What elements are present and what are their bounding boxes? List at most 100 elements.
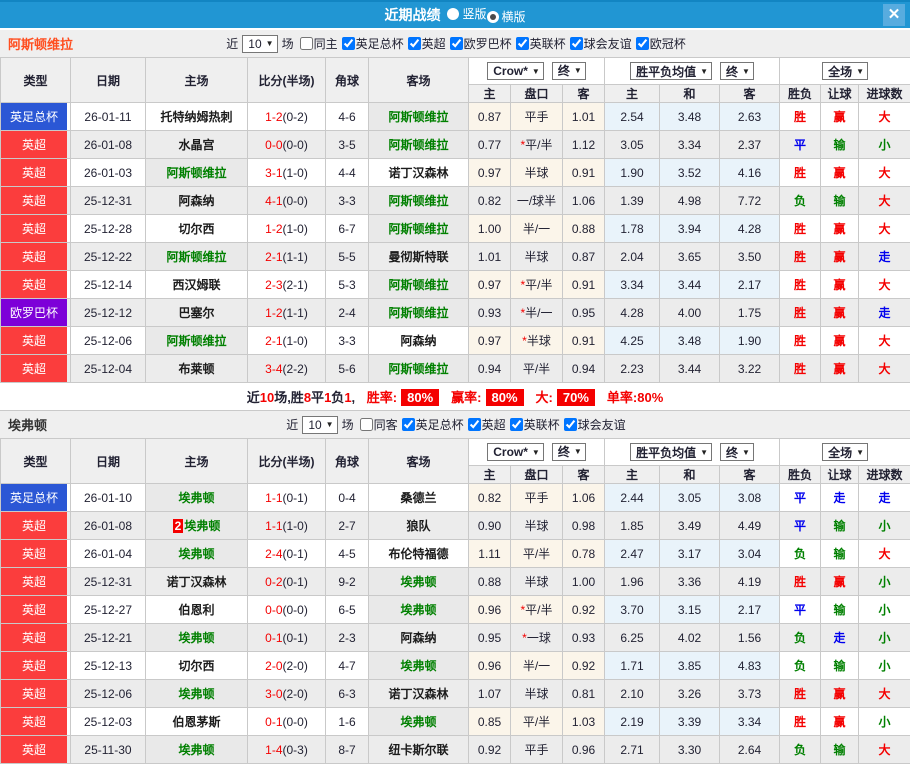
summary-row: 近10场,胜8平1负1, 胜率:80%赢率:80%大:70%单率:80% [0, 383, 910, 411]
competition-cell: 英超 [1, 327, 71, 355]
odds-home: 0.93 [469, 299, 511, 327]
result-goals: 小 [859, 512, 910, 540]
stat-label: 胜率: [367, 390, 397, 405]
close-button[interactable]: ✕ [883, 4, 905, 26]
layout-radio-vertical[interactable]: 竖版 [447, 5, 486, 22]
away-team: 诺丁汉森林 [369, 680, 469, 708]
layout-radio-horizontal[interactable]: 横版 [487, 8, 526, 25]
odds-company-select[interactable]: Crow*▼ [487, 443, 544, 461]
result-goals: 走 [859, 243, 910, 271]
match-row: 英超 25-12-31 诺丁汉森林 0-2(0-1) 9-2 埃弗顿 0.88 … [1, 568, 910, 596]
scope-select[interactable]: 全场▼ [822, 443, 868, 461]
chevron-down-icon: ▼ [326, 420, 334, 429]
odds-handicap: 半球 [511, 568, 563, 596]
result-goals: 小 [859, 708, 910, 736]
checkbox-input[interactable] [564, 418, 577, 431]
checkbox-input[interactable] [450, 37, 463, 50]
league-filter-checkbox[interactable]: 英联杯 [514, 35, 566, 52]
team-bar: 阿斯顿维拉 近 10▼ 场 同主 英足总杯英超欧罗巴杯英联杯球会友谊欧冠杯 [0, 30, 910, 57]
stat-value: 80% [486, 389, 524, 406]
scope-select[interactable]: 全场▼ [822, 62, 868, 80]
match-row: 英超 26-01-08 2埃弗顿 1-1(1-0) 2-7 狼队 0.90 半球… [1, 512, 910, 540]
league-filter-checkbox[interactable]: 英超 [406, 35, 446, 52]
avg-away: 7.72 [720, 187, 780, 215]
odds-home: 1.01 [469, 243, 511, 271]
avg-draw: 3.39 [660, 708, 720, 736]
home-team: 埃弗顿 [146, 736, 248, 764]
result-handicap: 赢 [821, 355, 859, 383]
checkbox-input[interactable] [408, 37, 421, 50]
home-team: 埃弗顿 [146, 540, 248, 568]
checkbox-input[interactable] [342, 37, 355, 50]
same-venue-checkbox[interactable]: 同客 [358, 416, 398, 433]
checkbox-input[interactable] [570, 37, 583, 50]
avg-select[interactable]: 胜平负均值▼ [630, 62, 712, 80]
checkbox-input[interactable] [516, 37, 529, 50]
result-wdl: 负 [780, 652, 821, 680]
score: 1-2(1-0) [248, 215, 326, 243]
score: 3-4(2-2) [248, 355, 326, 383]
odds-home: 1.11 [469, 540, 511, 568]
avg-draw: 3.17 [660, 540, 720, 568]
avg-time-select[interactable]: 终▼ [720, 62, 754, 80]
result-goals: 大 [859, 271, 910, 299]
checkbox-input[interactable] [402, 418, 415, 431]
result-wdl: 胜 [780, 159, 821, 187]
checkbox-input[interactable] [300, 37, 313, 50]
match-row: 英超 25-12-21 埃弗顿 0-1(0-1) 2-3 阿森纳 0.95 *一… [1, 624, 910, 652]
team-section: 阿斯顿维拉 近 10▼ 场 同主 英足总杯英超欧罗巴杯英联杯球会友谊欧冠杯 类型… [0, 30, 910, 411]
match-row: 英超 25-12-06 阿斯顿维拉 2-1(1-0) 3-3 阿森纳 0.97 … [1, 327, 910, 355]
odds-away: 0.95 [563, 299, 605, 327]
away-team: 埃弗顿 [369, 596, 469, 624]
match-date: 26-01-10 [71, 484, 146, 512]
avg-draw: 3.94 [660, 215, 720, 243]
avg-away: 2.37 [720, 131, 780, 159]
chevron-down-icon: ▼ [266, 39, 274, 48]
odds-handicap: 半球 [511, 512, 563, 540]
sub-column-header: 和 [660, 466, 720, 484]
league-filter-checkbox[interactable]: 英联杯 [508, 416, 560, 433]
same-venue-checkbox[interactable]: 同主 [298, 35, 338, 52]
avg-draw: 3.44 [660, 355, 720, 383]
competition-cell: 英超 [1, 512, 71, 540]
league-filter-checkbox[interactable]: 英超 [466, 416, 506, 433]
result-handicap: 赢 [821, 568, 859, 596]
league-filter-checkbox[interactable]: 球会友谊 [562, 416, 626, 433]
avg-away: 3.50 [720, 243, 780, 271]
recent-results-window: 近期战绩 竖版横版 ✕ 阿斯顿维拉 近 10▼ 场 同主 英足总杯英超欧罗巴杯英… [0, 0, 910, 764]
avg-select[interactable]: 胜平负均值▼ [630, 443, 712, 461]
avg-away: 4.28 [720, 215, 780, 243]
checkbox-input[interactable] [360, 418, 373, 431]
competition-cell: 英超 [1, 708, 71, 736]
competition-badge: 英超 [1, 271, 67, 298]
sub-column-header: 主 [605, 466, 660, 484]
league-filter-checkbox[interactable]: 英足总杯 [340, 35, 404, 52]
match-row: 英超 26-01-08 水晶宫 0-0(0-0) 3-5 阿斯顿维拉 0.77 … [1, 131, 910, 159]
recent-count-select[interactable]: 10▼ [302, 416, 337, 434]
avg-home: 1.96 [605, 568, 660, 596]
home-team: 埃弗顿 [146, 680, 248, 708]
checkbox-input[interactable] [468, 418, 481, 431]
avg-draw: 3.49 [660, 512, 720, 540]
odds-company-select[interactable]: Crow*▼ [487, 62, 544, 80]
competition-cell: 英超 [1, 652, 71, 680]
recent-count-select[interactable]: 10▼ [242, 35, 277, 53]
league-filter-checkbox[interactable]: 球会友谊 [568, 35, 632, 52]
league-filter-checkbox[interactable]: 欧冠杯 [634, 35, 686, 52]
checkbox-input[interactable] [510, 418, 523, 431]
avg-time-select[interactable]: 终▼ [720, 443, 754, 461]
odds-away: 0.91 [563, 327, 605, 355]
result-goals: 小 [859, 596, 910, 624]
match-date: 26-01-08 [71, 512, 146, 540]
checkbox-input[interactable] [636, 37, 649, 50]
odds-away: 1.12 [563, 131, 605, 159]
match-date: 25-12-21 [71, 624, 146, 652]
result-wdl: 负 [780, 540, 821, 568]
avg-away: 3.34 [720, 708, 780, 736]
odds-handicap: 半/一 [511, 652, 563, 680]
league-filter-checkbox[interactable]: 英足总杯 [400, 416, 464, 433]
odds-time-select[interactable]: 终▼ [552, 62, 586, 80]
odds-time-select[interactable]: 终▼ [552, 443, 586, 461]
avg-draw: 3.34 [660, 131, 720, 159]
league-filter-checkbox[interactable]: 欧罗巴杯 [448, 35, 512, 52]
